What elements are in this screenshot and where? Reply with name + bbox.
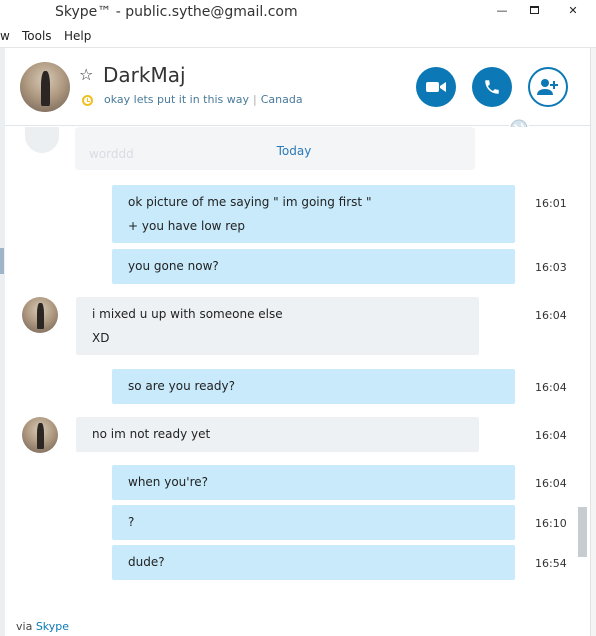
message-bubble-outgoing[interactable]: so are you ready? <box>112 369 515 404</box>
message-line: ok picture of me saying " im going first… <box>128 195 372 209</box>
right-edge <box>590 48 596 636</box>
skype-link[interactable]: Skype <box>36 620 69 633</box>
menu-item-help[interactable]: Help <box>64 29 91 43</box>
menu-item-tools[interactable]: Tools <box>22 29 52 43</box>
message-timestamp: 16:01 <box>535 197 567 210</box>
window-title: Skype™ - public.sythe@gmail.com <box>55 4 298 20</box>
scrollbar-thumb[interactable] <box>578 507 587 557</box>
video-call-button[interactable] <box>416 67 456 107</box>
message-timestamp: 16:54 <box>535 557 567 570</box>
minimize-icon: — <box>496 3 508 17</box>
contact-name[interactable]: DarkMaj <box>103 63 186 87</box>
conversation-header: ☆ DarkMaj okay lets put it in this way | C… <box>5 48 590 126</box>
message-timestamp: 16:10 <box>535 517 567 530</box>
message-bubble-outgoing[interactable]: when you're? <box>112 465 515 500</box>
message-line: no im not ready yet <box>92 427 211 441</box>
add-contact-button[interactable] <box>528 67 568 107</box>
message-line: XD <box>92 331 110 345</box>
message-line: ? <box>128 515 135 529</box>
message-timestamp: 16:03 <box>535 261 567 274</box>
contact-message-avatar[interactable] <box>22 417 58 453</box>
conversation-history[interactable]: worddd Today ok picture of me saying " i… <box>5 127 583 617</box>
menu-item-view[interactable]: w <box>0 29 10 43</box>
menu-bar: w Tools Help <box>0 26 596 48</box>
phone-icon <box>485 80 499 94</box>
message-line: when you're? <box>128 475 208 489</box>
message-line: + you have low rep <box>128 219 245 233</box>
maximize-icon <box>529 6 539 14</box>
star-icon[interactable]: ☆ <box>79 65 93 84</box>
message-bubble-outgoing[interactable]: ok picture of me saying " im going first… <box>112 185 515 243</box>
contact-avatar[interactable] <box>20 62 70 112</box>
message-timestamp: 16:04 <box>535 309 567 322</box>
message-line: so are you ready? <box>128 379 235 393</box>
message-bubble-outgoing[interactable]: dude? <box>112 545 515 580</box>
contact-message-avatar[interactable] <box>22 297 58 333</box>
message-bubble-incoming[interactable]: i mixed u up with someone else XD <box>76 297 479 355</box>
message-timestamp: 16:04 <box>535 429 567 442</box>
contact-location: Canada <box>260 93 303 106</box>
footer-attribution: via Skype <box>16 620 69 633</box>
mood-separator: | <box>253 93 257 106</box>
maximize-button[interactable] <box>520 0 548 20</box>
message-line: i mixed u up with someone else <box>92 307 283 321</box>
message-timestamp: 16:04 <box>535 477 567 490</box>
title-bar: Skype™ - public.sythe@gmail.com — ✕ <box>0 0 596 26</box>
audio-call-button[interactable] <box>472 67 512 107</box>
away-status-icon <box>82 95 93 106</box>
message-bubble-incoming[interactable]: no im not ready yet <box>76 417 479 452</box>
sidebar-selection-marker <box>0 248 4 274</box>
close-icon: ✕ <box>568 3 578 17</box>
message-line: you gone now? <box>128 259 219 273</box>
add-contact-icon <box>537 79 558 95</box>
message-timestamp: 16:04 <box>535 381 567 394</box>
message-line: dude? <box>128 555 165 569</box>
minimize-button[interactable]: — <box>488 0 516 20</box>
date-separator: Today <box>276 144 312 158</box>
footer-prefix: via <box>16 620 33 633</box>
video-call-icon <box>426 82 446 92</box>
mood-text: okay lets put it in this way <box>104 93 249 106</box>
message-bubble-outgoing[interactable]: you gone now? <box>112 249 515 284</box>
message-bubble-outgoing[interactable]: ? <box>112 505 515 540</box>
close-button[interactable]: ✕ <box>550 0 596 20</box>
contact-mood: okay lets put it in this way | Canada <box>104 93 303 106</box>
